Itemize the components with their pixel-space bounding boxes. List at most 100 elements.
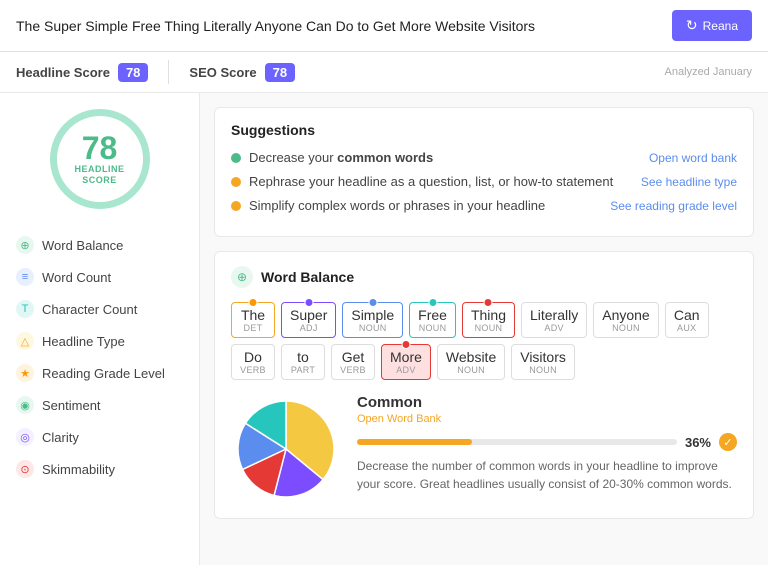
nav-label-clarity: Clarity — [42, 430, 79, 445]
nav-label-character-count: Character Count — [42, 302, 137, 317]
words-grid: The DET Super ADJ Simple NOUN Free NOUN … — [231, 302, 737, 380]
seo-score-label: SEO Score — [189, 65, 256, 80]
sidebar-item-clarity[interactable]: ◎ Clarity — [0, 421, 199, 453]
word-text-4: Thing — [471, 307, 506, 323]
nav-label-word-count: Word Count — [42, 270, 111, 285]
word-pos-13: NOUN — [529, 365, 557, 375]
progress-percentage: 36% — [685, 435, 711, 450]
nav-label-word-balance: Word Balance — [42, 238, 123, 253]
word-chip-10: Get VERB — [331, 344, 375, 380]
scores-bar: Headline Score 78 SEO Score 78 Analyzed … — [0, 52, 768, 93]
reanalyze-button[interactable]: ↻ Reana — [672, 10, 752, 41]
word-pos-4: NOUN — [475, 323, 503, 333]
word-pos-0: DET — [244, 323, 263, 333]
refresh-icon: ↻ — [686, 17, 698, 34]
word-pos-2: NOUN — [359, 323, 387, 333]
word-pos-11: ADV — [396, 365, 415, 375]
word-text-13: Visitors — [520, 349, 566, 365]
circle-score-label: HEADLINESCORE — [74, 164, 124, 186]
suggestions-list: Decrease your common words Open word ban… — [231, 150, 737, 213]
nav-label-sentiment: Sentiment — [42, 398, 101, 413]
word-chip-4: Thing NOUN — [462, 302, 515, 338]
nav-items-container: ⊕ Word Balance ≡ Word Count T Character … — [0, 229, 199, 485]
score-circle: 78 HEADLINESCORE — [50, 109, 150, 209]
see-reading-grade[interactable]: See reading grade level — [610, 199, 737, 213]
nav-icon-reading-grade: ★ — [16, 364, 34, 382]
nav-label-skimmability: Skimmability — [42, 462, 115, 477]
progress-row: 36% ✓ — [357, 433, 737, 451]
score-divider — [168, 60, 169, 84]
nav-icon-clarity: ◎ — [16, 428, 34, 446]
word-text-5: Literally — [530, 307, 578, 323]
analyzed-text: Analyzed January — [665, 66, 752, 78]
pie-info: Common Open Word Bank 36% ✓ Decrease the… — [357, 394, 737, 493]
word-dot-11 — [401, 340, 410, 349]
word-balance-header: ⊕ Word Balance — [231, 266, 737, 288]
sidebar-item-character-count[interactable]: T Character Count — [0, 293, 199, 325]
seo-score-item: SEO Score 78 — [189, 63, 295, 82]
word-dot-0 — [249, 298, 258, 307]
sidebar-item-sentiment[interactable]: ◉ Sentiment — [0, 389, 199, 421]
word-text-1: Super — [290, 307, 327, 323]
progress-check-icon: ✓ — [719, 433, 737, 451]
pie-section: Common Open Word Bank 36% ✓ Decrease the… — [231, 394, 737, 504]
word-chip-6: Anyone NOUN — [593, 302, 658, 338]
main-layout: 78 HEADLINESCORE ⊕ Word Balance ≡ Word C… — [0, 93, 768, 565]
word-text-8: Do — [244, 349, 262, 365]
suggestion-left-2: Simplify complex words or phrases in you… — [231, 198, 545, 213]
word-chip-11: More ADV — [381, 344, 431, 380]
word-chip-2: Simple NOUN — [342, 302, 403, 338]
word-text-11: More — [390, 349, 422, 365]
progress-bar-bg — [357, 439, 677, 445]
word-dot-4 — [484, 298, 493, 307]
seo-score-badge: 78 — [265, 63, 295, 82]
suggestion-row-2: Simplify complex words or phrases in you… — [231, 198, 737, 213]
word-dot-1 — [304, 298, 313, 307]
word-pos-8: VERB — [240, 365, 266, 375]
word-text-10: Get — [342, 349, 365, 365]
circle-score-number: 78 — [74, 132, 124, 164]
open-word-bank[interactable]: Open word bank — [649, 151, 737, 165]
word-pos-10: VERB — [340, 365, 366, 375]
word-text-6: Anyone — [602, 307, 649, 323]
word-text-2: Simple — [351, 307, 394, 323]
top-bar: The Super Simple Free Thing Literally An… — [0, 0, 768, 52]
suggestion-left-0: Decrease your common words — [231, 150, 433, 165]
nav-label-headline-type: Headline Type — [42, 334, 125, 349]
word-dot-3 — [428, 298, 437, 307]
suggestions-card: Suggestions Decrease your common words O… — [214, 107, 754, 237]
word-pos-3: NOUN — [419, 323, 447, 333]
word-chip-1: Super ADJ — [281, 302, 336, 338]
sidebar: 78 HEADLINESCORE ⊕ Word Balance ≡ Word C… — [0, 93, 200, 565]
suggestion-dot-2 — [231, 201, 241, 211]
sidebar-item-word-count[interactable]: ≡ Word Count — [0, 261, 199, 293]
word-chip-0: The DET — [231, 302, 275, 338]
word-chip-8: Do VERB — [231, 344, 275, 380]
word-chip-3: Free NOUN — [409, 302, 456, 338]
suggestion-text-1: Rephrase your headline as a question, li… — [249, 174, 613, 189]
word-chip-12: Website NOUN — [437, 344, 505, 380]
nav-label-reading-grade: Reading Grade Level — [42, 366, 165, 381]
see-headline-type[interactable]: See headline type — [641, 175, 737, 189]
word-pos-7: AUX — [677, 323, 696, 333]
word-pos-1: ADJ — [300, 323, 318, 333]
pie-chart — [231, 394, 341, 504]
sidebar-item-headline-type[interactable]: △ Headline Type — [0, 325, 199, 357]
suggestion-text-2: Simplify complex words or phrases in you… — [249, 198, 545, 213]
headline-score-item: Headline Score 78 — [16, 63, 148, 82]
word-chip-7: Can AUX — [665, 302, 709, 338]
headline-score-badge: 78 — [118, 63, 148, 82]
open-word-bank-link[interactable]: Open Word Bank — [357, 413, 737, 425]
suggestion-dot-0 — [231, 153, 241, 163]
word-text-9: to — [297, 349, 309, 365]
headline-score-label: Headline Score — [16, 65, 110, 80]
main-content: Suggestions Decrease your common words O… — [200, 93, 768, 565]
suggestion-text-0: Decrease your common words — [249, 150, 433, 165]
sidebar-item-word-balance[interactable]: ⊕ Word Balance — [0, 229, 199, 261]
sidebar-item-skimmability[interactable]: ⊙ Skimmability — [0, 453, 199, 485]
word-text-12: Website — [446, 349, 496, 365]
word-text-3: Free — [418, 307, 447, 323]
page-title: The Super Simple Free Thing Literally An… — [16, 18, 672, 34]
nav-icon-headline-type: △ — [16, 332, 34, 350]
sidebar-item-reading-grade[interactable]: ★ Reading Grade Level — [0, 357, 199, 389]
